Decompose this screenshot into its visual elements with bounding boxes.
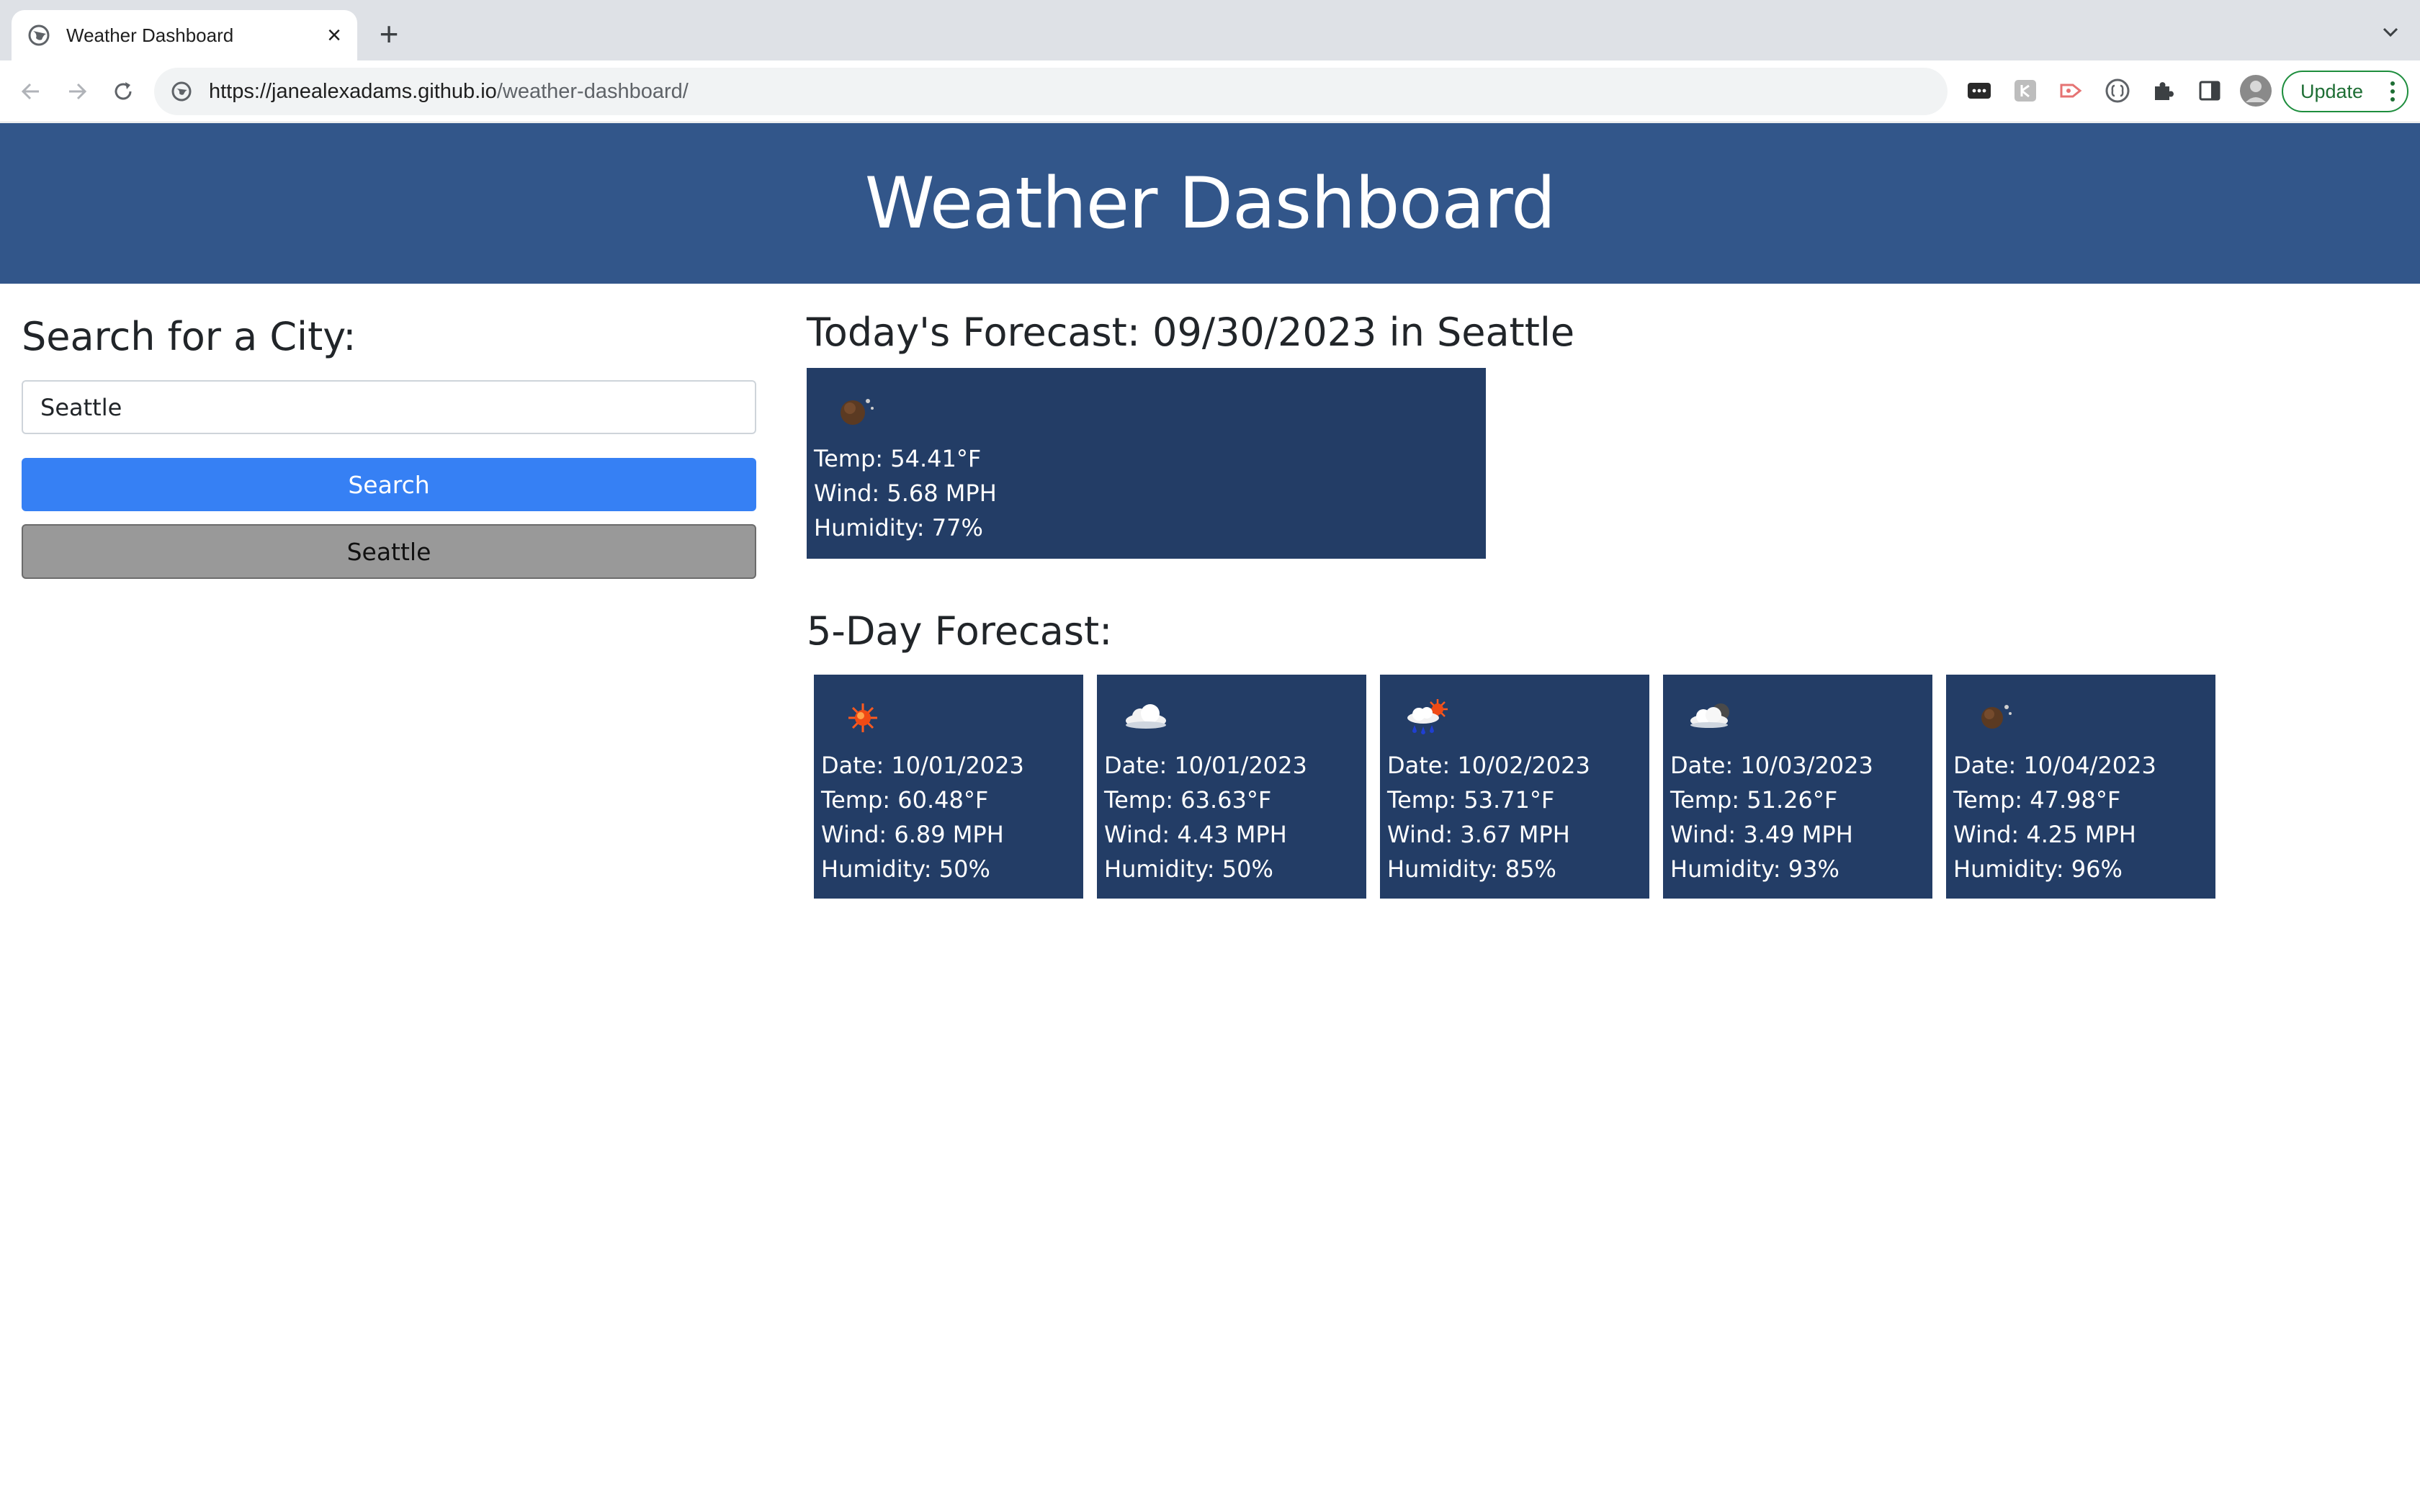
today-humidity: Humidity: 77% [814,514,983,541]
forecast-date: Date: 10/04/2023 [1953,752,2156,779]
profile-avatar-icon[interactable] [2238,73,2273,108]
forecast-wind: Wind: 4.25 MPH [1953,821,2136,848]
tab-close-icon[interactable]: × [327,23,341,48]
video-extension-icon[interactable] [2057,76,2086,105]
chevron-down-icon[interactable] [2378,20,2403,45]
browser-tab[interactable]: Weather Dashboard × [12,10,357,60]
forecast-wind: Wind: 6.89 MPH [821,821,1004,848]
forecast-date: Date: 10/01/2023 [821,752,1024,779]
search-heading: Search for a City: [22,314,357,359]
url-text: https://janealexadams.github.io/weather-… [209,79,689,103]
globe-icon [28,24,50,46]
forecast-humidity: Humidity: 93% [1670,855,1839,883]
forecast-date: Date: 10/02/2023 [1387,752,1590,779]
puzzle-extensions-icon[interactable] [2149,76,2178,105]
five-day-heading: 5-Day Forecast: [807,608,1113,654]
reload-icon[interactable] [108,76,138,107]
forecast-humidity: Humidity: 96% [1953,855,2123,883]
forecast-temp: Temp: 60.48°F [821,786,989,814]
update-label: Update [2300,80,2364,102]
forecast-temp: Temp: 63.63°F [1104,786,1272,814]
today-forecast-heading: Today's Forecast: 09/30/2023 in Seattle [807,310,1575,355]
forecast-date: Date: 10/03/2023 [1670,752,1873,779]
forecast-wind: Wind: 3.67 MPH [1387,821,1570,848]
side-panel-icon[interactable] [2195,76,2224,105]
page-header: Weather Dashboard [0,123,2420,284]
text-extension-icon[interactable] [2011,76,2040,105]
forecast-day-card: Date: 10/01/2023 Temp: 63.63°F Wind: 4.4… [1097,675,1366,899]
forecast-wind: Wind: 4.43 MPH [1104,821,1287,848]
forecast-temp: Temp: 53.71°F [1387,786,1555,814]
page-title: Weather Dashboard [864,162,1556,245]
back-arrow-icon[interactable] [16,76,46,107]
forecast-day-card: Date: 10/01/2023 Temp: 60.48°F Wind: 6.8… [814,675,1083,899]
history-city-button[interactable]: Seattle [22,524,756,579]
braces-extension-icon[interactable] [2103,76,2132,105]
browser-tabstrip: Weather Dashboard × + [0,0,2420,60]
sun-rain-cloud-icon [1407,699,1448,734]
city-search-input[interactable] [22,380,756,434]
forecast-humidity: Humidity: 85% [1387,855,1556,883]
forward-arrow-icon[interactable] [62,76,92,107]
forecast-humidity: Humidity: 50% [821,855,990,883]
forecast-temp: Temp: 47.98°F [1953,786,2121,814]
night-moon-icon [1981,705,2012,729]
night-moon-icon [841,399,874,425]
cloud-icon [1126,704,1166,729]
forecast-day-card: Date: 10/02/2023 Temp: 53.71°F Wind: 3.6… [1380,675,1649,899]
today-forecast-card: Temp: 54.41°F Wind: 5.68 MPH Humidity: 7… [807,368,1486,559]
today-temp: Temp: 54.41°F [814,445,982,472]
search-button[interactable]: Search [22,458,756,511]
new-tab-button[interactable]: + [373,16,405,52]
sun-icon [848,703,877,732]
forecast-date: Date: 10/01/2023 [1104,752,1307,779]
today-wind: Wind: 5.68 MPH [814,480,997,507]
forecast-day-card: Date: 10/03/2023 Temp: 51.26°F Wind: 3.4… [1663,675,1932,899]
tab-title: Weather Dashboard [66,24,234,46]
forecast-temp: Temp: 51.26°F [1670,786,1838,814]
forecast-humidity: Humidity: 50% [1104,855,1273,883]
cloud-moon-icon [1690,703,1729,728]
address-bar[interactable]: https://janealexadams.github.io/weather-… [154,68,1948,115]
kebab-menu-icon[interactable] [2390,81,2396,102]
site-info-icon[interactable] [170,80,193,103]
forecast-day-card: Date: 10/04/2023 Temp: 47.98°F Wind: 4.2… [1946,675,2215,899]
update-chrome-button[interactable]: Update [2282,71,2408,112]
forecast-wind: Wind: 3.49 MPH [1670,821,1853,848]
dashlane-extension-icon[interactable] [1965,76,1994,105]
